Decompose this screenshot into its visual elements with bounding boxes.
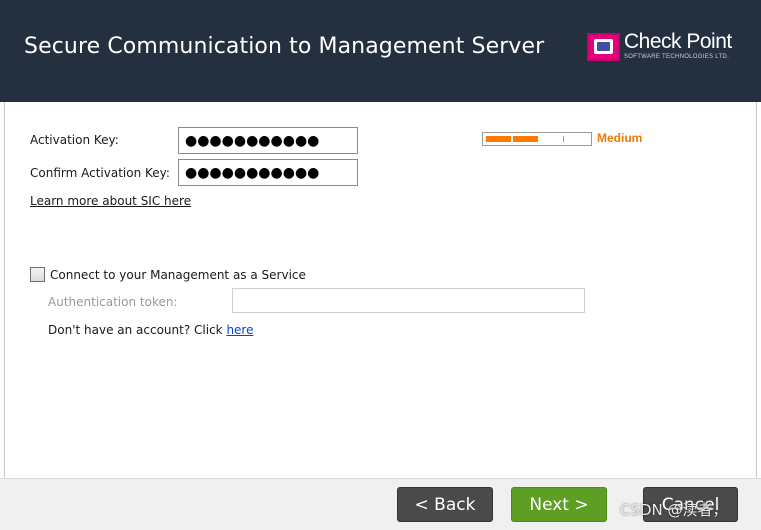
main-panel: Activation Key: ●●●●●●●●●●● Confirm Acti… xyxy=(4,102,757,478)
confirm-activation-key-field[interactable]: ●●●●●●●●●●● xyxy=(178,159,358,186)
signup-here-link[interactable]: here xyxy=(226,323,253,337)
check-point-logo-icon xyxy=(587,33,620,61)
no-account-text: Don't have an account? Click here xyxy=(48,323,253,337)
activation-key-field[interactable]: ●●●●●●●●●●● xyxy=(178,127,358,154)
logo-text: Check Point xyxy=(624,30,732,53)
learn-more-sic-link[interactable]: Learn more about SIC here xyxy=(30,194,191,208)
confirm-activation-key-label: Confirm Activation Key: xyxy=(30,166,170,180)
auth-token-field[interactable] xyxy=(232,288,585,313)
no-account-prompt: Don't have an account? Click xyxy=(48,323,227,337)
key-strength-label: Medium xyxy=(597,131,643,145)
watermark: CSDN @渎者， xyxy=(620,501,728,519)
page-title: Secure Communication to Management Serve… xyxy=(24,34,545,59)
auth-token-label: Authentication token: xyxy=(48,295,178,309)
check-point-logo: Check Point SOFTWARE TECHNOLOGIES LTD. xyxy=(587,30,747,65)
back-button[interactable]: < Back xyxy=(397,487,493,522)
management-service-checkbox[interactable] xyxy=(30,267,45,282)
key-strength-meter xyxy=(482,132,592,146)
logo-subtext: SOFTWARE TECHNOLOGIES LTD. xyxy=(624,54,730,60)
next-button[interactable]: Next > xyxy=(511,487,607,522)
header-bar: Secure Communication to Management Serve… xyxy=(0,0,761,102)
activation-key-label: Activation Key: xyxy=(30,133,119,147)
management-service-label[interactable]: Connect to your Management as a Service xyxy=(50,268,306,282)
